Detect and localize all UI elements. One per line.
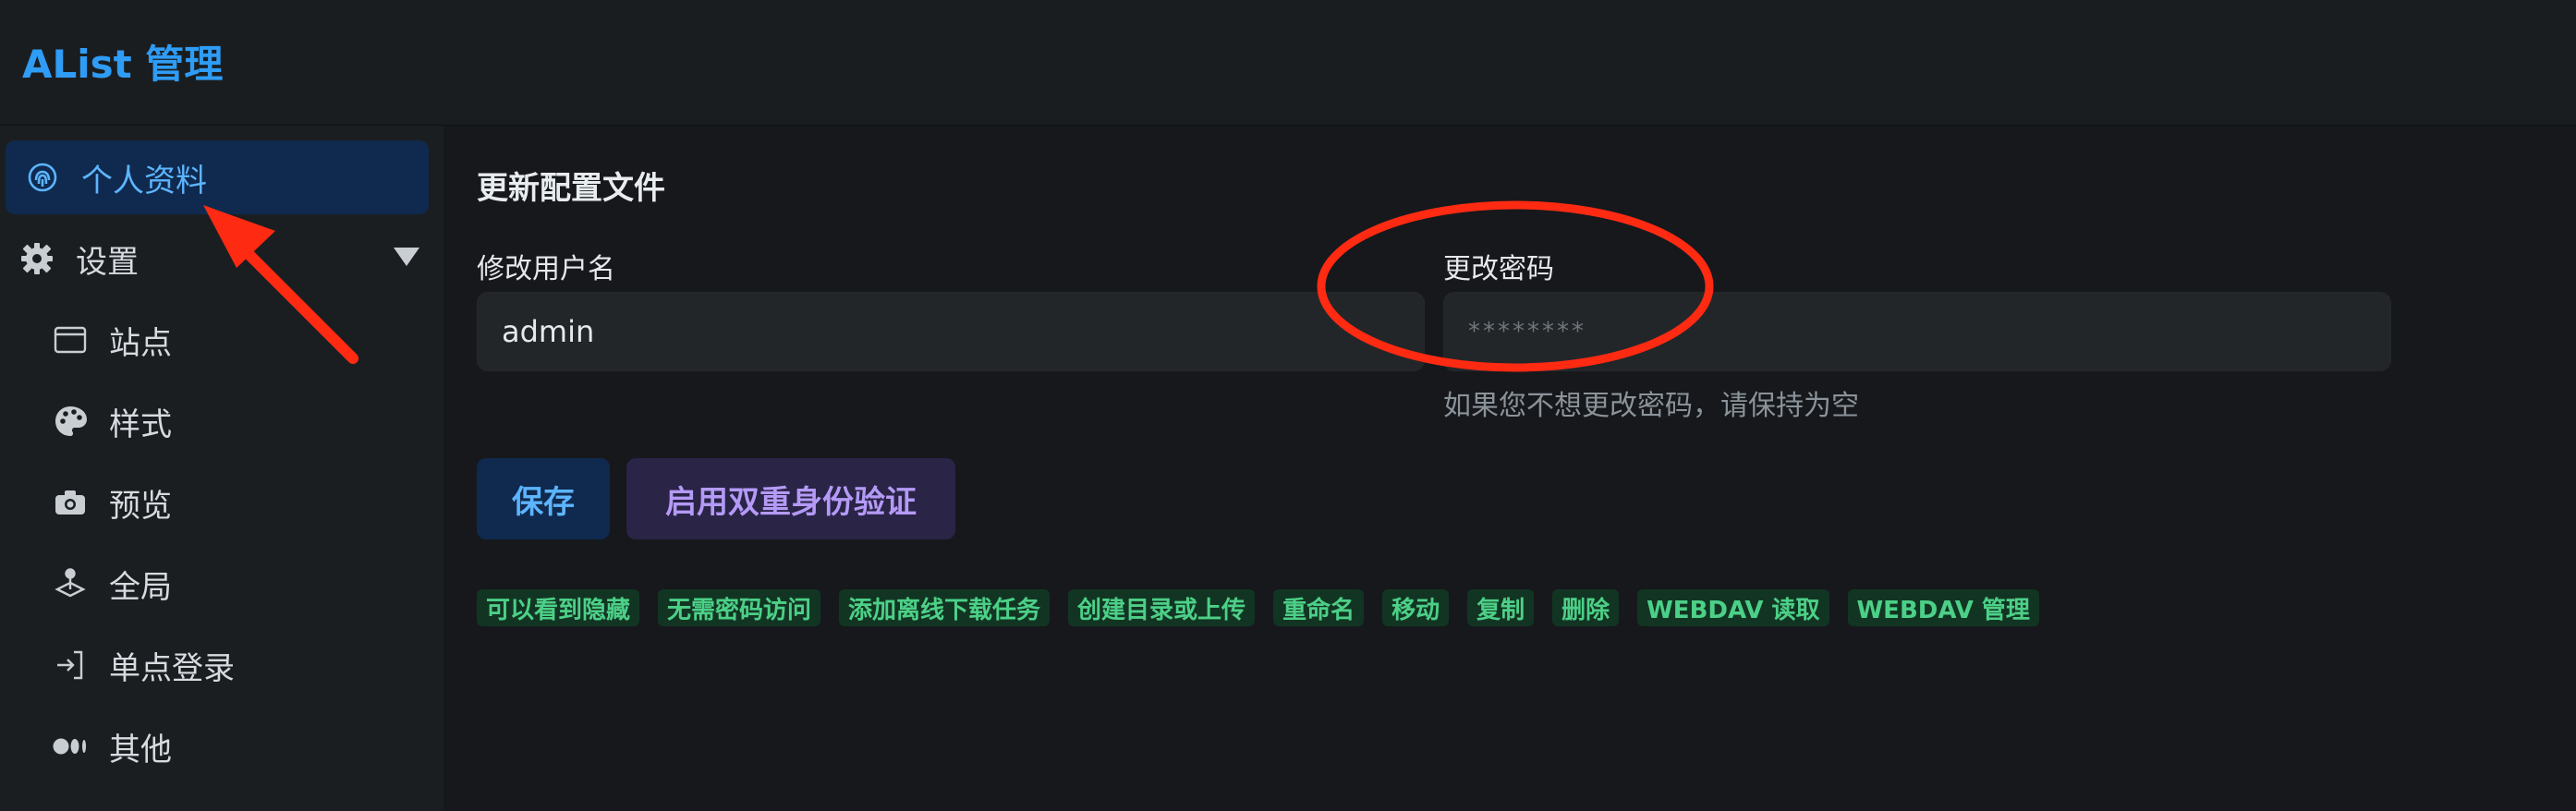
annotation-arrow	[203, 205, 358, 364]
annotation-overlay	[203, 200, 1714, 372]
annotation-ellipse	[1317, 200, 1714, 372]
